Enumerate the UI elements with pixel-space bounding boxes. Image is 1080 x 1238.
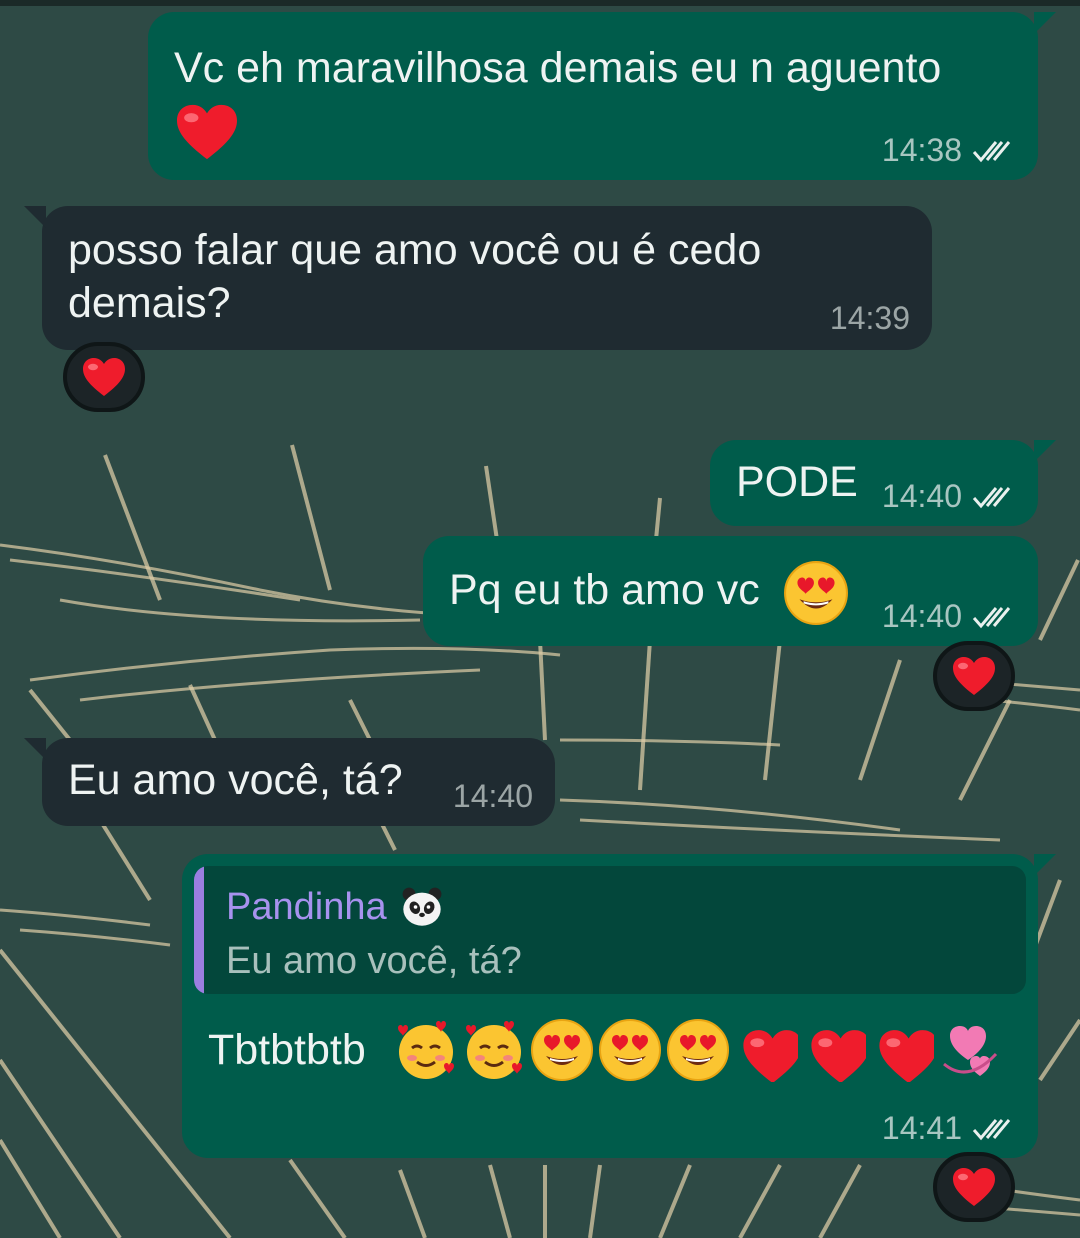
heart-eyes-emoji bbox=[530, 1018, 594, 1082]
message-time: 14:40 bbox=[881, 478, 962, 514]
double-check-icon bbox=[972, 604, 1014, 630]
heart-emoji bbox=[734, 1018, 798, 1082]
message-meta: 14:39 bbox=[830, 300, 910, 337]
reaction-badge[interactable] bbox=[933, 641, 1015, 711]
heart-eyes-emoji bbox=[666, 1018, 730, 1082]
message-text-line2: demais? bbox=[68, 279, 231, 327]
heart-emoji bbox=[951, 655, 997, 697]
message-outgoing-reply[interactable]: Pandinha Eu amo você, tá? Tbtbtbtb 14:41 bbox=[182, 854, 1056, 1158]
heart-emoji bbox=[802, 1018, 866, 1082]
double-check-icon bbox=[972, 484, 1014, 510]
message-time: 14:39 bbox=[829, 300, 910, 336]
message-time: 14:41 bbox=[881, 1110, 962, 1146]
message-meta: 14:41 bbox=[882, 1110, 1014, 1147]
reaction-badge[interactable] bbox=[63, 342, 145, 412]
smiling-face-with-hearts-emoji bbox=[394, 1018, 458, 1082]
message-incoming[interactable]: Eu amo você, tá? 14:40 bbox=[24, 738, 555, 826]
revolving-hearts-emoji bbox=[938, 1018, 1002, 1082]
double-check-icon bbox=[972, 1116, 1014, 1142]
message-text: PODE bbox=[736, 458, 858, 506]
message-text: Pq eu tb amo vc bbox=[449, 566, 760, 614]
heart-emoji bbox=[174, 102, 240, 162]
smiling-face-with-hearts-emoji bbox=[462, 1018, 526, 1082]
message-meta: 14:40 bbox=[453, 778, 533, 815]
heart-emoji bbox=[870, 1018, 934, 1082]
heart-emoji bbox=[81, 356, 127, 398]
message-outgoing[interactable]: Vc eh maravilhosa demais eu n aguento 14… bbox=[148, 12, 1056, 180]
quote-sender-name: Pandinha bbox=[226, 885, 387, 928]
quote-sender: Pandinha bbox=[226, 884, 445, 930]
message-time: 14:38 bbox=[881, 132, 962, 168]
bubble-tail bbox=[1034, 12, 1056, 34]
message-time: 14:40 bbox=[881, 598, 962, 634]
message-time: 14:40 bbox=[452, 778, 533, 814]
double-check-icon bbox=[972, 138, 1014, 164]
message-incoming[interactable]: posso falar que amo você ou é cedo demai… bbox=[24, 206, 932, 350]
heart-emoji bbox=[951, 1166, 997, 1208]
message-text: Tbtbtbtb bbox=[208, 1026, 366, 1074]
bubble-tail bbox=[24, 738, 46, 760]
heart-eyes-emoji bbox=[783, 560, 849, 626]
quote-accent-bar bbox=[194, 866, 204, 994]
reaction-badge[interactable] bbox=[933, 1152, 1015, 1222]
message-outgoing[interactable]: Pq eu tb amo vc 14:40 bbox=[423, 536, 1038, 646]
bubble-tail bbox=[1034, 440, 1056, 462]
message-text: Vc eh maravilhosa demais eu n aguento bbox=[174, 44, 942, 92]
message-text: Eu amo você, tá? bbox=[68, 756, 403, 804]
panda-emoji bbox=[399, 884, 445, 930]
message-meta: 14:38 bbox=[882, 132, 1014, 169]
message-meta: 14:40 bbox=[882, 598, 1014, 635]
reply-quote[interactable]: Pandinha Eu amo você, tá? bbox=[194, 866, 1026, 994]
message-outgoing[interactable]: PODE 14:40 bbox=[710, 440, 1056, 526]
emoji-row bbox=[394, 1018, 1002, 1082]
quote-text: Eu amo você, tá? bbox=[226, 940, 522, 982]
message-meta: 14:40 bbox=[882, 478, 1014, 515]
bubble-tail bbox=[1034, 854, 1056, 876]
top-edge bbox=[0, 0, 1080, 6]
message-text-line1: posso falar que amo você ou é cedo bbox=[68, 226, 762, 274]
heart-eyes-emoji bbox=[598, 1018, 662, 1082]
bubble-tail bbox=[24, 206, 46, 228]
